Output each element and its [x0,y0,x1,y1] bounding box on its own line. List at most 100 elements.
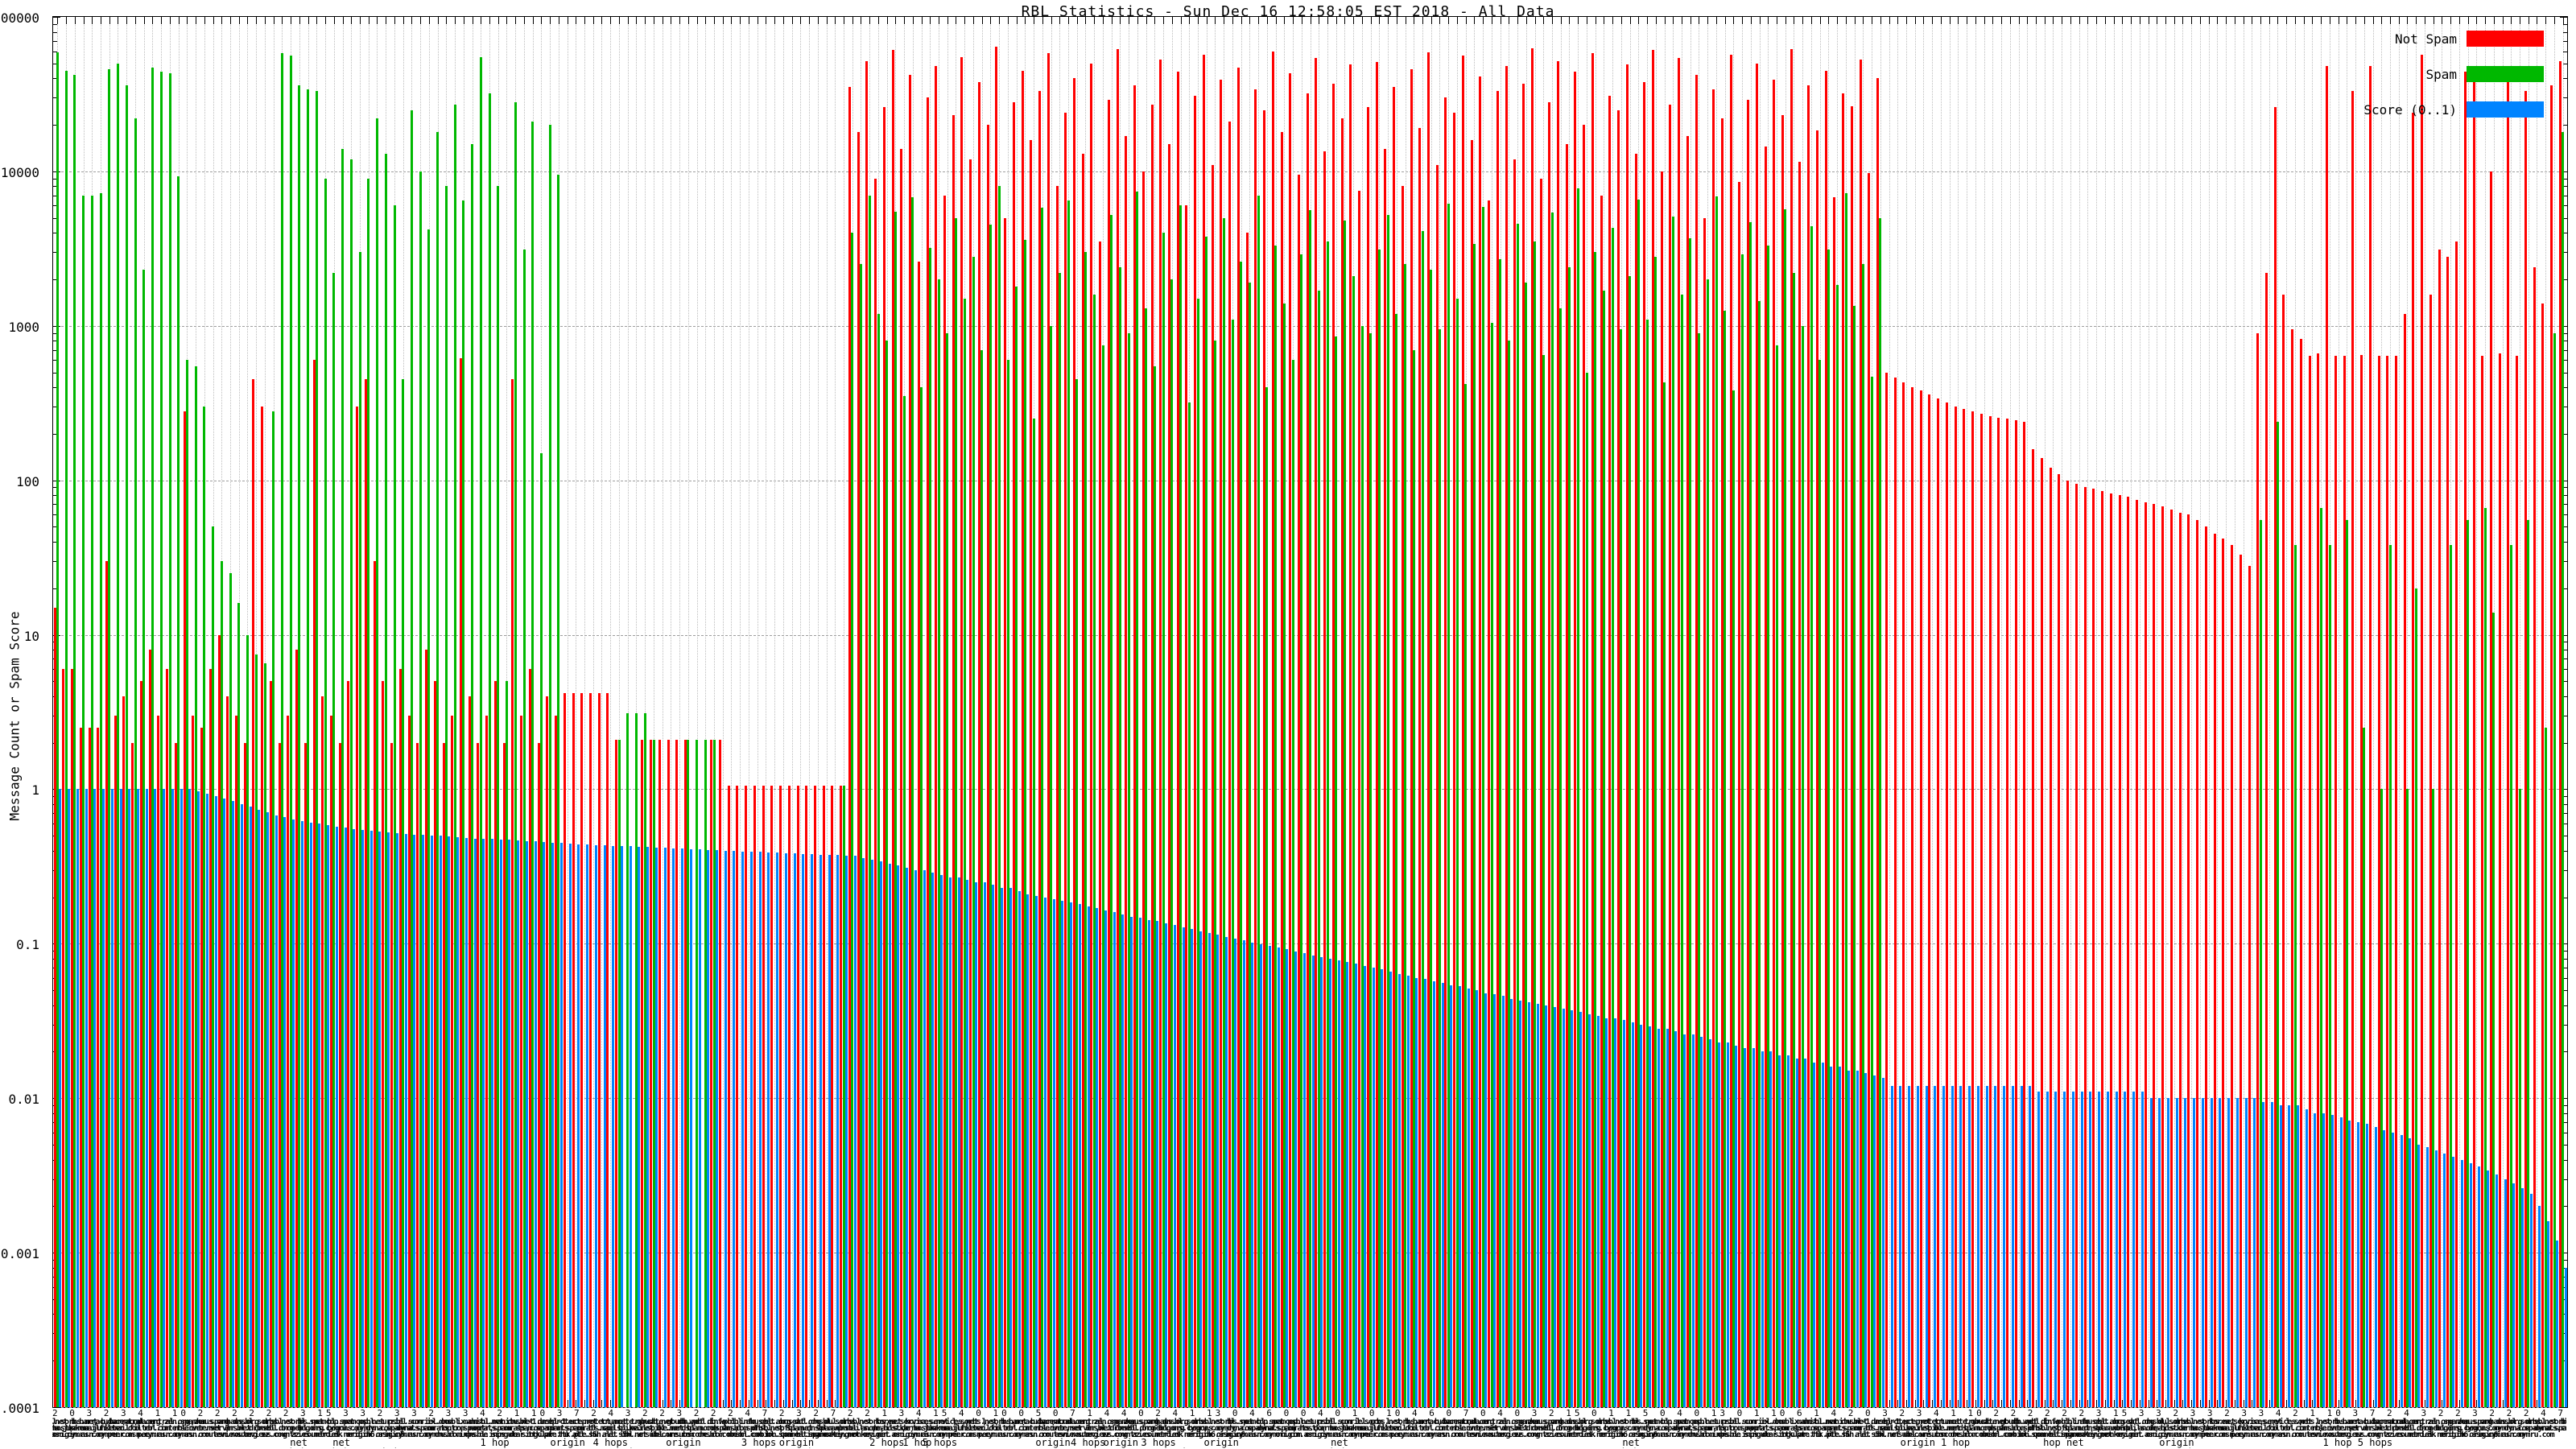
bar-score [1769,1051,1773,1407]
vertical-gridline [610,17,612,1407]
bar-score [1554,1006,1557,1407]
bar-score [1856,1071,1859,1407]
bar-score [232,800,235,1407]
bar-score [2529,1194,2533,1407]
x-tick [696,17,698,24]
bar-score [1579,1012,1583,1407]
x-tick [1914,17,1916,24]
x-tick [1284,17,1286,24]
bar-score [586,844,589,1407]
x-tick [869,17,871,24]
bar-score [1700,1036,1703,1407]
bar-not-spam [753,786,756,1407]
x-tick [740,1400,741,1407]
x-tick [143,17,145,24]
plot-area: 100000 10000 1000 100 10 1 0.1 0.01 0.001 0.0001 [0,10,2568,1416]
bar-score [1260,944,1263,1407]
bar-score [1415,977,1418,1407]
x-tick [1742,17,1744,24]
bar-score [2253,1098,2256,1407]
x-tick [402,17,404,24]
vertical-gridline [1897,17,1899,1407]
x-tick [1465,17,1467,24]
x-tick [1076,17,1078,24]
bar-score [1251,942,1254,1407]
bar-score [1424,979,1427,1407]
bar-score [2512,1183,2516,1407]
bar-score [551,842,555,1407]
bar-score [327,825,330,1407]
x-tick [1353,17,1355,24]
vertical-gridline [584,17,586,1407]
x-tick [1940,1400,1942,1407]
vertical-gridline [2035,17,2037,1407]
bar-score [1165,923,1168,1407]
y-tick-label: 1 [31,782,39,799]
bar-score [733,851,736,1407]
x-tick [1897,1400,1899,1407]
bar-score [205,794,208,1407]
bar-not-spam [2049,468,2052,1407]
x-tick [2389,17,2391,24]
bar-not-spam [2101,491,2104,1407]
bar-score [2175,1098,2178,1407]
bar-not-spam [1928,394,1931,1407]
bar-not-spam [1893,378,1897,1407]
x-tick [204,17,205,24]
y-tick-label: 0.0001 [0,1401,39,1416]
y-minor-tick [53,23,57,25]
x-tick [2009,17,2011,24]
x-tick [2027,17,2029,24]
x-tick [325,17,327,24]
bar-not-spam [805,786,808,1407]
bar-score [1406,976,1410,1407]
x-tick [1102,17,1104,24]
bar-score [1242,940,1245,1407]
x-tick [1120,17,1121,24]
bar-score [594,844,597,1407]
x-tick [2286,1400,2288,1407]
x-tick [791,17,793,24]
bar-score [2219,1098,2222,1407]
y-minor-tick [2563,78,2567,80]
bar-score [1631,1022,1634,1407]
x-tick [221,17,223,24]
y-minor-tick [53,40,57,42]
bar-not-spam [2299,339,2302,1407]
bar-not-spam [822,786,825,1407]
bar-score [85,789,88,1407]
bar-score [2227,1098,2231,1407]
x-tick [2286,17,2288,24]
x-tick [126,17,128,24]
bar-score [2054,1092,2058,1407]
x-tick [2165,1400,2166,1407]
x-tick [1932,17,1934,24]
x-tick [1975,1400,1976,1407]
x-tick [826,17,828,24]
x-tick [1785,17,1786,24]
bar-not-spam [762,786,765,1407]
x-tick [1293,17,1294,24]
vertical-gridline [2044,17,2046,1407]
horizontal-gridline [53,171,2567,172]
bar-score [603,844,606,1407]
bar-score [577,844,580,1407]
vertical-gridline [2182,17,2184,1407]
vertical-gridline [2398,17,2400,1407]
x-tick [2208,1400,2210,1407]
bar-score [1812,1063,1815,1407]
bar-score [1501,996,1505,1407]
bar-score [992,885,995,1407]
bar-not-spam [2006,419,2009,1407]
y-minor-tick [2563,31,2567,33]
x-tick [2303,1400,2305,1407]
x-tick [1889,17,1890,24]
x-tick [1992,1400,1994,1407]
bar-score [689,848,692,1407]
y-minor-tick [2563,23,2567,25]
bar-not-spam [2213,534,2216,1407]
bar-not-spam [2472,70,2475,1407]
x-tick [1673,17,1674,24]
bar-not-spam [779,786,782,1407]
x-tick [705,17,707,24]
